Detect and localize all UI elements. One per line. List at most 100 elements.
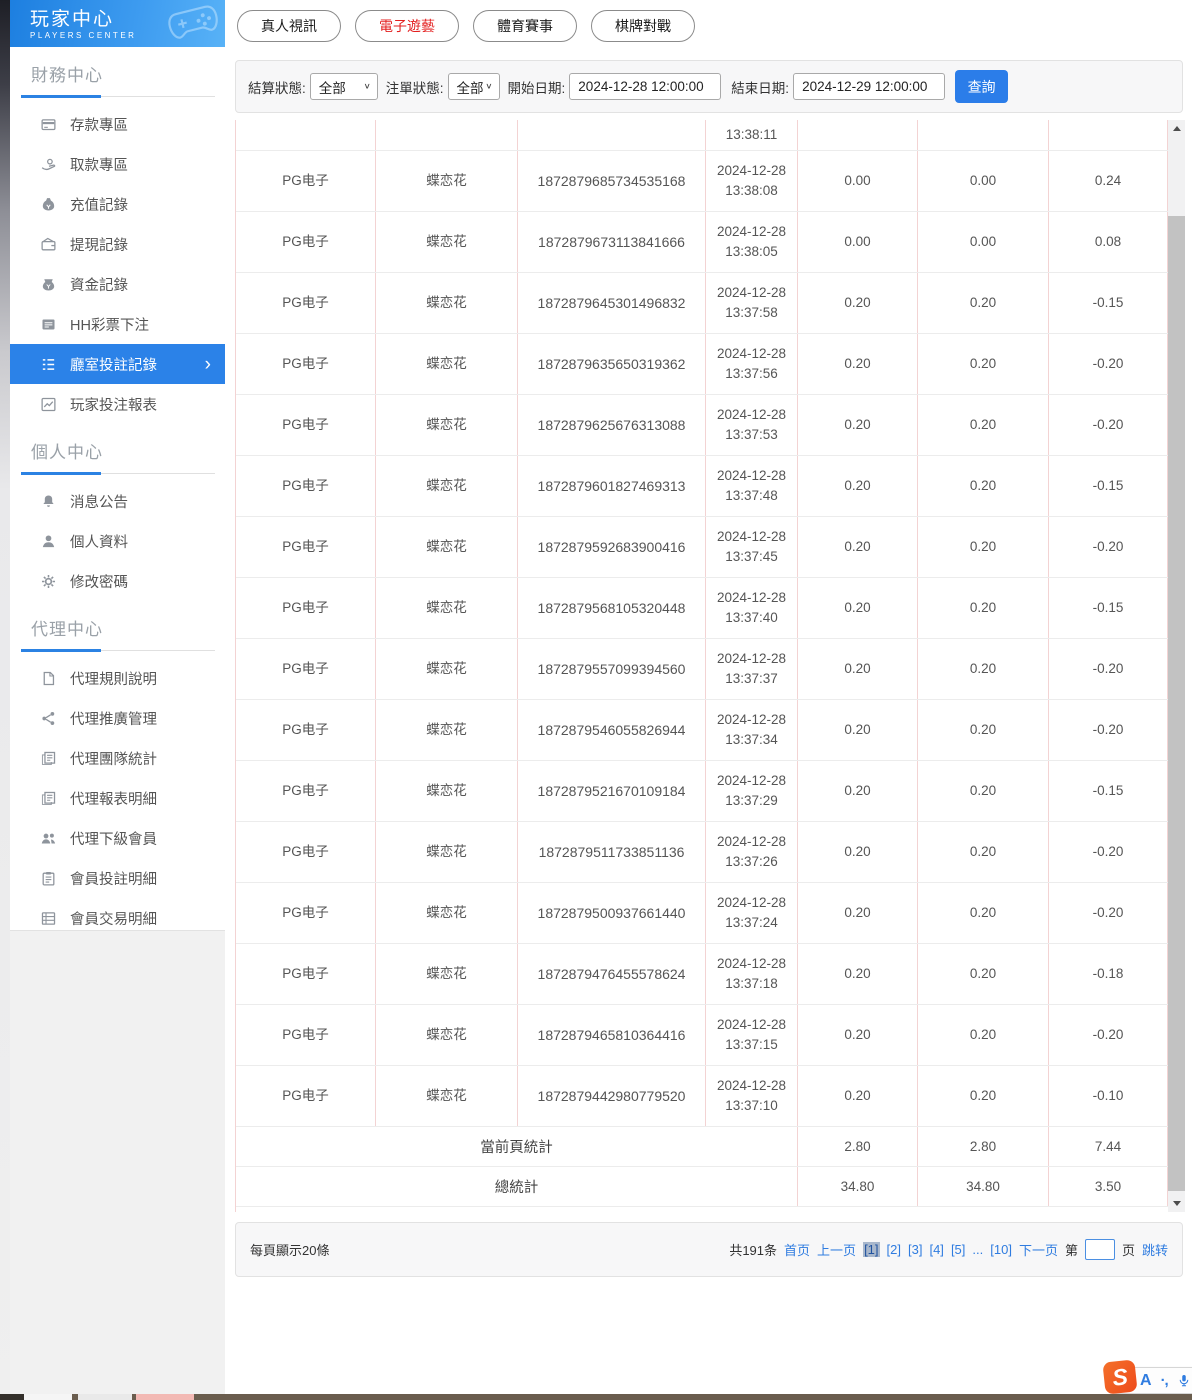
bet-table-body: 13:38:11PG电子蝶恋花18728796857345351682024-1… [236, 120, 1168, 1207]
table-cell: 0.20 [918, 517, 1049, 577]
sidebar-item[interactable]: 代理下級會員 [10, 818, 225, 858]
table-cell: 2024-12-28 13:37:34 [706, 700, 798, 760]
table-summary-row: 當前頁統計2.802.807.44 [236, 1127, 1168, 1167]
table-cell: 0.20 [798, 700, 918, 760]
total-count: 共191条 [729, 1240, 777, 1259]
table-row: PG电子蝶恋花18728795681053204482024-12-28 13:… [236, 578, 1168, 639]
end-date-input[interactable] [793, 73, 945, 100]
table-cell: 1872879442980779520 [518, 1066, 706, 1126]
table-cell: 蝶恋花 [376, 883, 518, 943]
order-status-select[interactable]: 全部 ∨ [448, 73, 500, 100]
bet-records-table: 13:38:11PG电子蝶恋花18728796857345351682024-1… [235, 120, 1185, 1212]
sidebar-item-label: 充值記錄 [70, 194, 128, 215]
sidebar-item[interactable]: 個人資料 [10, 521, 225, 561]
chevron-down-icon: ∨ [485, 82, 492, 91]
table-cell: 1872879592683900416 [518, 517, 706, 577]
taskbar-segment [78, 1394, 132, 1400]
table-cell: 2024-12-28 13:37:53 [706, 395, 798, 455]
sidebar-item[interactable]: 提現記錄 [10, 224, 225, 264]
page-number[interactable]: [3] [908, 1242, 922, 1257]
table-cell: 0.20 [918, 1005, 1049, 1065]
table-cell: -0.15 [1049, 578, 1168, 638]
page-prev[interactable]: 上一页 [817, 1240, 856, 1259]
page-number[interactable]: [5] [951, 1242, 965, 1257]
scrollbar-thumb[interactable] [1168, 216, 1185, 1191]
sidebar: 玩家中心 PLAYERS CENTER 財務中心存款專區取款專區充值記錄提現記錄… [10, 0, 225, 931]
sidebar-item-label: 取款專區 [70, 154, 128, 175]
table-cell: 2024-12-28 13:37:56 [706, 334, 798, 394]
sidebar-item[interactable]: 會員投註明細 [10, 858, 225, 898]
bell-icon [40, 493, 57, 510]
section-underline [21, 95, 215, 98]
sidebar-item-label: HH彩票下注 [70, 314, 149, 335]
search-button[interactable]: 查詢 [955, 70, 1008, 103]
users-icon [40, 830, 57, 847]
table-cell: 1872879635650319362 [518, 334, 706, 394]
table-cell: 蝶恋花 [376, 334, 518, 394]
ime-toolbar: S A ·, [1113, 1367, 1192, 1394]
table-cell [798, 120, 918, 150]
table-cell: 蝶恋花 [376, 578, 518, 638]
start-date-input[interactable] [569, 73, 721, 100]
microphone-icon[interactable] [1177, 1371, 1191, 1390]
ime-language-toggle[interactable]: A [1140, 1372, 1152, 1390]
tab-棋牌對戰[interactable]: 棋牌對戰 [591, 10, 695, 42]
scroll-up-button[interactable] [1168, 120, 1185, 137]
report-icon [40, 790, 57, 807]
tab-體育賽事[interactable]: 體育賽事 [473, 10, 577, 42]
table-cell: PG电子 [236, 151, 376, 211]
ime-punctuation-toggle[interactable]: ·, [1161, 1372, 1168, 1389]
sidebar-item[interactable]: 代理規則說明 [10, 658, 225, 698]
page-jump-input[interactable] [1085, 1239, 1115, 1260]
end-date-label: 結束日期: [731, 77, 789, 97]
sidebar-item[interactable]: 存款專區 [10, 104, 225, 144]
sidebar-item-label: 代理推廣管理 [70, 708, 157, 729]
table-cell: PG电子 [236, 395, 376, 455]
table-cell [376, 120, 518, 150]
sidebar-item[interactable]: 代理推廣管理 [10, 698, 225, 738]
tab-真人視訊[interactable]: 真人視訊 [237, 10, 341, 42]
table-cell: 蝶恋花 [376, 1005, 518, 1065]
sidebar-item[interactable]: 充值記錄 [10, 184, 225, 224]
page-edge-background [0, 0, 10, 1400]
table-cell: 0.20 [918, 700, 1049, 760]
table-row: PG电子蝶恋花18728796731138416662024-12-28 13:… [236, 212, 1168, 273]
summary-label: 當前頁統計 [236, 1127, 798, 1166]
table-cell: 0.24 [1049, 151, 1168, 211]
sidebar-item[interactable]: 玩家投注報表 [10, 384, 225, 424]
chart-icon [40, 396, 57, 413]
sidebar-item[interactable]: HH彩票下注 [10, 304, 225, 344]
sidebar-item[interactable]: 修改密碼 [10, 561, 225, 601]
bank-card-icon [40, 116, 57, 133]
table-row: PG电子蝶恋花18728795570993945602024-12-28 13:… [236, 639, 1168, 700]
table-cell: -0.15 [1049, 761, 1168, 821]
sidebar-item-label: 廳室投註記錄 [70, 354, 157, 375]
table-scrollbar[interactable] [1168, 120, 1185, 1212]
sidebar-item[interactable]: 消息公告 [10, 481, 225, 521]
page-number[interactable]: [4] [929, 1242, 943, 1257]
chevron-down-icon: ∨ [363, 82, 370, 91]
page-number[interactable]: [2] [887, 1242, 901, 1257]
sidebar-item[interactable]: 資金記錄 [10, 264, 225, 304]
settle-status-select[interactable]: 全部 ∨ [310, 73, 378, 100]
sidebar-item[interactable]: 廳室投註記錄› [10, 344, 225, 384]
sidebar-item[interactable]: 代理報表明細 [10, 778, 225, 818]
scroll-down-button[interactable] [1168, 1195, 1185, 1212]
page-next[interactable]: 下一页 [1019, 1240, 1058, 1259]
jump-button[interactable]: 跳转 [1142, 1240, 1168, 1259]
table-row-partial: 13:38:11 [236, 120, 1168, 151]
sidebar-item[interactable]: 代理團隊統計 [10, 738, 225, 778]
tab-電子遊藝[interactable]: 電子遊藝 [355, 10, 459, 42]
sidebar-item[interactable]: 取款專區 [10, 144, 225, 184]
summary-cell: 2.80 [918, 1127, 1049, 1166]
page-number[interactable]: [10] [990, 1242, 1012, 1257]
table-cell: PG电子 [236, 578, 376, 638]
table-cell: PG电子 [236, 883, 376, 943]
table-cell: 0.20 [918, 334, 1049, 394]
table-cell: 1872879476455578624 [518, 944, 706, 1004]
page-first[interactable]: 首页 [784, 1240, 810, 1259]
page-number[interactable]: [1] [863, 1242, 879, 1257]
table-cell: 0.20 [798, 334, 918, 394]
ime-logo[interactable]: S [1102, 1359, 1137, 1394]
table-cell: 1872879625676313088 [518, 395, 706, 455]
